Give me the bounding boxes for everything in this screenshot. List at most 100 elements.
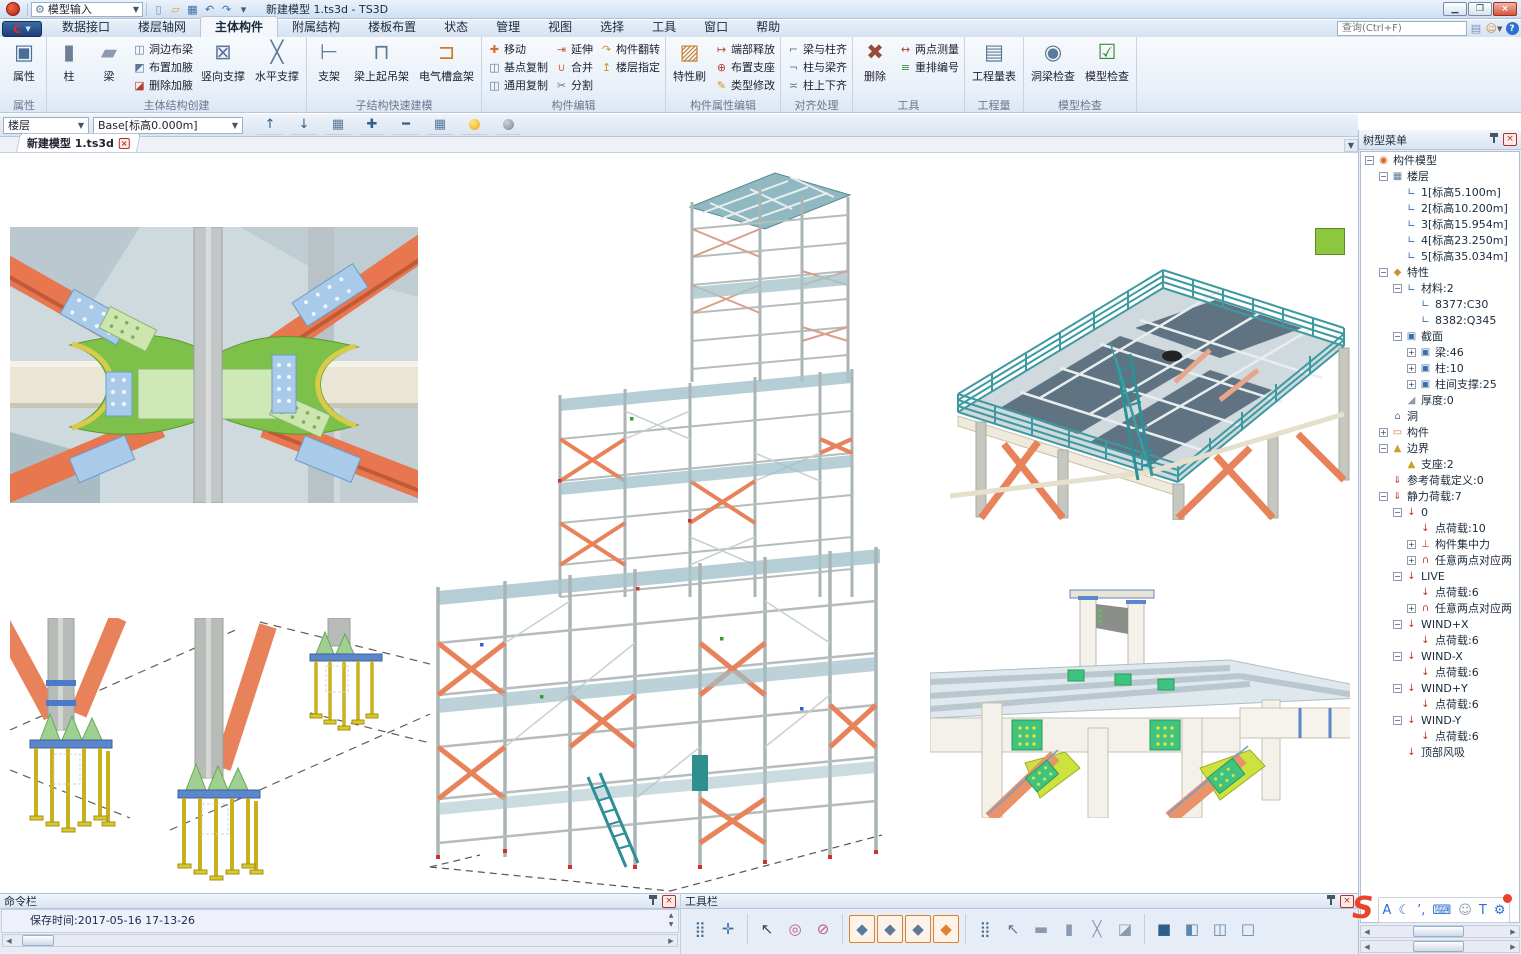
tree-item[interactable]: ◢厚度:0 — [1361, 392, 1519, 408]
remove-button[interactable]: ━ — [393, 116, 419, 135]
collapse-icon[interactable]: − — [1393, 652, 1402, 661]
scroll-left-icon[interactable]: ◀ — [1361, 928, 1373, 936]
pin-icon[interactable] — [1487, 133, 1501, 146]
tree-item[interactable]: −↓WIND+X — [1361, 616, 1519, 632]
menu-tab-6[interactable]: 状态 — [430, 17, 482, 37]
skin-moon-button[interactable]: ☾ — [1398, 903, 1410, 917]
tree-item[interactable]: ▲支座:2 — [1361, 456, 1519, 472]
ribbon-button[interactable]: ☑模型检查 — [1080, 38, 1134, 97]
punctuation-button[interactable]: ’, — [1417, 903, 1425, 917]
minimize-button[interactable]: ▁ — [1443, 2, 1467, 16]
tree-item[interactable]: +∩任意两点对应两 — [1361, 552, 1519, 568]
column-base-view[interactable] — [10, 618, 430, 893]
floor-down-button[interactable]: ↓ — [291, 116, 317, 135]
ribbon-button[interactable]: ◫洞边布梁 — [132, 40, 193, 58]
beam-joint-view[interactable] — [930, 578, 1350, 818]
panel-close-icon[interactable]: × — [662, 895, 676, 908]
scroll-left-icon[interactable]: ◀ — [1361, 943, 1373, 951]
light-on-button[interactable] — [461, 116, 487, 135]
collapse-icon[interactable]: − — [1393, 284, 1402, 293]
view-hidden-button[interactable]: ◧ — [1179, 915, 1205, 943]
collapse-icon[interactable]: − — [1379, 492, 1388, 501]
scroll-right-icon[interactable]: ▶ — [1507, 928, 1519, 936]
pin-icon[interactable] — [646, 895, 660, 908]
point-select-button[interactable]: ↖ — [1000, 915, 1026, 943]
expand-icon[interactable]: + — [1407, 380, 1416, 389]
ribbon-button[interactable]: ◫通用复制 — [487, 76, 548, 94]
ribbon-button[interactable]: ✖删除 — [855, 38, 895, 97]
node-select-1-button[interactable]: ◆ — [849, 915, 875, 943]
font-button[interactable]: A — [1383, 903, 1392, 917]
tree-item[interactable]: ⇓参考荷载定义:0 — [1361, 472, 1519, 488]
tab-scroll-button[interactable]: ▼ — [1344, 139, 1358, 152]
panel-hscrollbar[interactable]: ◀ ▶ — [1360, 940, 1520, 953]
node-select-2-button[interactable]: ◆ — [877, 915, 903, 943]
tree-item[interactable]: −▲边界 — [1361, 440, 1519, 456]
ribbon-button[interactable]: ≡重排编号 — [898, 58, 959, 76]
menu-tab-1[interactable]: 数据接口 — [48, 17, 124, 37]
ribbon-button[interactable]: ⇥延伸 — [554, 40, 593, 58]
platform-top-view[interactable] — [920, 230, 1350, 520]
collapse-icon[interactable]: − — [1393, 508, 1402, 517]
scroll-right-icon[interactable]: ▶ — [1507, 943, 1519, 951]
menu-tab-10[interactable]: 工具 — [638, 17, 690, 37]
tree-item[interactable]: ⌂洞 — [1361, 408, 1519, 424]
account-button[interactable]: ☺ — [1458, 903, 1472, 917]
connection-detail-view[interactable] — [10, 227, 418, 503]
application-menu-button[interactable]: C▼ — [2, 21, 42, 37]
add-button[interactable]: ✚ — [359, 116, 385, 135]
ribbon-button[interactable]: ▨特性刷 — [668, 38, 711, 97]
frame-display-button[interactable]: ▦ — [427, 116, 453, 135]
tree-item[interactable]: −↓WIND+Y — [1361, 680, 1519, 696]
expand-icon[interactable]: + — [1407, 540, 1416, 549]
view-shade-button[interactable]: □ — [1235, 915, 1261, 943]
ribbon-button[interactable]: ▤工程量表 — [967, 38, 1021, 97]
ribbon-button[interactable]: ⊕布置支座 — [714, 58, 775, 76]
select-circle-off-button[interactable]: ⊘ — [810, 915, 836, 943]
ribbon-button[interactable]: ⊓梁上起吊架 — [349, 38, 414, 97]
app-logo-icon[interactable] — [6, 2, 20, 16]
tree-item[interactable]: +▣柱间支撑:25 — [1361, 376, 1519, 392]
base-elevation-combo[interactable]: Base[标高0.000m]▼ — [93, 117, 243, 134]
redo-button[interactable]: ↷ — [218, 2, 235, 17]
menu-tab-11[interactable]: 窗口 — [690, 17, 742, 37]
collapse-icon[interactable]: − — [1393, 716, 1402, 725]
select-circle-button[interactable]: ◎ — [782, 915, 808, 943]
tab-close-icon[interactable]: × — [119, 138, 130, 149]
expand-icon[interactable]: + — [1407, 556, 1416, 565]
node-select-3-button[interactable]: ◆ — [905, 915, 931, 943]
user-icon[interactable]: ☺▼ — [1485, 21, 1503, 36]
tree-item[interactable]: ↓点荷载:6 — [1361, 728, 1519, 744]
menu-tab-7[interactable]: 管理 — [482, 17, 534, 37]
floor-edit-button[interactable]: ▦ — [325, 116, 351, 135]
mini-vscroll[interactable]: ▲▼ — [666, 911, 676, 929]
tree-item[interactable]: ↓点荷载:10 — [1361, 520, 1519, 536]
model-viewport[interactable] — [0, 153, 1358, 893]
tree-item[interactable]: ↓顶部风吸 — [1361, 744, 1519, 760]
customize-button[interactable]: ▾ — [235, 2, 252, 17]
tree-item[interactable]: +▭构件 — [1361, 424, 1519, 440]
search-input[interactable] — [1337, 21, 1467, 36]
expand-icon[interactable]: + — [1407, 604, 1416, 613]
sogou-logo-icon[interactable]: S — [1352, 894, 1382, 926]
tree-item[interactable]: −⇓静力荷载:7 — [1361, 488, 1519, 504]
collapse-icon[interactable]: − — [1393, 684, 1402, 693]
menu-tab-12[interactable]: 帮助 — [742, 17, 794, 37]
ribbon-button[interactable]: ✚移动 — [487, 40, 548, 58]
tree-item[interactable]: +∩任意两点对应两 — [1361, 600, 1519, 616]
expand-icon[interactable]: + — [1379, 428, 1388, 437]
collapse-icon[interactable]: − — [1379, 172, 1388, 181]
ribbon-button[interactable]: ◩布置加腋 — [132, 58, 193, 76]
tree-item[interactable]: +▣柱:10 — [1361, 360, 1519, 376]
beam-select-button[interactable]: ▬ — [1028, 915, 1054, 943]
tree-item[interactable]: −↓LIVE — [1361, 568, 1519, 584]
ribbon-button[interactable]: ↦端部释放 — [714, 40, 775, 58]
command-hscrollbar[interactable]: ◀ ▶ — [2, 934, 678, 947]
tree-item[interactable]: ∟4[标高23.250m] — [1361, 232, 1519, 248]
mode-combo[interactable]: ⚙ 模型输入 ▼ — [31, 2, 143, 17]
menu-tab-4[interactable]: 附属结构 — [278, 17, 354, 37]
tree-item[interactable]: +⊥构件集中力 — [1361, 536, 1519, 552]
collapse-icon[interactable]: − — [1365, 156, 1374, 165]
snap-grid-button[interactable]: ⣿ — [687, 915, 713, 943]
select-cursor-button[interactable]: ↖ — [754, 915, 780, 943]
